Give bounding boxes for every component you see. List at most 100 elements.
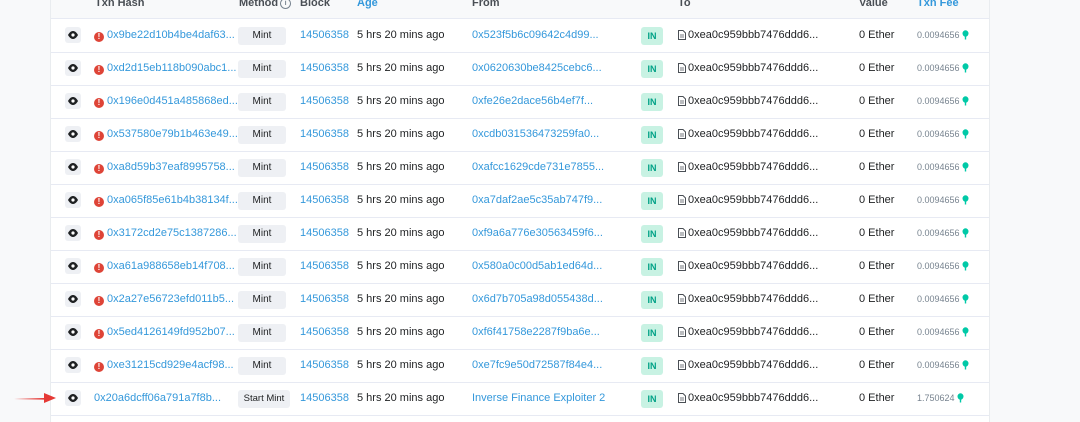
from-address-link[interactable]: 0x523f5b6c09642c4d99...: [472, 19, 599, 52]
txn-hash-link[interactable]: 0x2a27e56723efd011b5...: [107, 293, 234, 305]
to-address-link[interactable]: 0xea0c959bbb7476ddd6...: [688, 326, 818, 338]
from-address-link[interactable]: 0xafcc1629cde731e7855...: [472, 151, 604, 184]
txn-fee-cell: 0.0094656: [917, 118, 969, 151]
txn-hash-link[interactable]: 0x9be22d10b4be4daf63...: [107, 29, 235, 41]
txn-hash-link[interactable]: 0xa8d59b37eaf8995758...: [107, 161, 235, 173]
txn-hash-cell: ! 0x5ed4126149fd952b07...: [94, 316, 235, 349]
to-address-link[interactable]: 0xea0c959bbb7476ddd6...: [688, 227, 818, 239]
txn-fee-cell: 0.0094656: [917, 316, 969, 349]
exclamation-circle-icon: !: [94, 329, 104, 339]
document-icon: [678, 63, 686, 73]
block-link[interactable]: 14506358: [300, 283, 349, 316]
from-address-link[interactable]: 0xe7fc9e50d72587f84e4...: [472, 349, 602, 382]
block-link[interactable]: 14506358: [300, 85, 349, 118]
info-circle-icon[interactable]: i: [280, 0, 292, 9]
from-address-link[interactable]: 0xa7daf2ae5c35ab747f9...: [472, 184, 602, 217]
document-icon: [678, 294, 686, 304]
block-link[interactable]: 14506358: [300, 382, 349, 415]
eye-icon[interactable]: [65, 390, 81, 406]
col-txn-fee[interactable]: Txn Fee: [917, 0, 959, 9]
eye-icon[interactable]: [65, 291, 81, 307]
to-address-link[interactable]: 0xea0c959bbb7476ddd6...: [688, 359, 818, 371]
direction-badge: IN: [641, 324, 663, 342]
txn-hash-cell: ! 0x537580e79b1b463e49...: [94, 118, 238, 151]
gas-pump-icon: [962, 63, 969, 73]
txn-hash-link[interactable]: 0x5ed4126149fd952b07...: [107, 326, 235, 338]
eye-icon[interactable]: [65, 357, 81, 373]
col-to: To: [678, 0, 691, 9]
from-address-link[interactable]: 0x580a0c00d5ab1ed64d...: [472, 250, 602, 283]
from-address-link[interactable]: Inverse Finance Exploiter 2: [472, 382, 605, 415]
age-text: 5 hrs 20 mins ago: [357, 62, 445, 74]
eye-icon[interactable]: [65, 159, 81, 175]
block-link[interactable]: 14506358: [300, 250, 349, 283]
block-link[interactable]: 14506358: [300, 217, 349, 250]
method-badge: Mint: [238, 192, 286, 210]
txn-fee-cell: 1.750624: [917, 382, 964, 415]
table-row: ! 0xa8d59b37eaf8995758... Mint 14506358 5…: [51, 151, 989, 185]
block-link[interactable]: 14506358: [300, 151, 349, 184]
txn-hash-link[interactable]: 0x3172cd2e75c1387286...: [107, 227, 237, 239]
method-badge: Mint: [238, 159, 286, 177]
eye-icon[interactable]: [65, 93, 81, 109]
txn-hash-cell: ! 0x2a27e56723efd011b5...: [94, 283, 234, 316]
eye-icon[interactable]: [65, 60, 81, 76]
value-text: 0 Ether: [859, 227, 895, 239]
eye-icon[interactable]: [65, 324, 81, 340]
eye-icon[interactable]: [65, 27, 81, 43]
txn-hash-link[interactable]: 0x196e0d451a485868ed...: [107, 95, 238, 107]
to-address-link[interactable]: 0xea0c959bbb7476ddd6...: [688, 392, 818, 404]
from-address-link[interactable]: 0xf9a6a776e30563459f6...: [472, 217, 603, 250]
document-icon: [678, 162, 686, 172]
to-address-link[interactable]: 0xea0c959bbb7476ddd6...: [688, 194, 818, 206]
txn-fee-cell: 0.0094656: [917, 217, 969, 250]
eye-icon[interactable]: [65, 192, 81, 208]
direction-badge: IN: [641, 225, 663, 243]
to-address-link[interactable]: 0xea0c959bbb7476ddd6...: [688, 260, 818, 272]
from-address-link[interactable]: 0x0620630be8425cebc6...: [472, 52, 602, 85]
to-address-link[interactable]: 0xea0c959bbb7476ddd6...: [688, 161, 818, 173]
block-link[interactable]: 14506358: [300, 184, 349, 217]
eye-icon[interactable]: [65, 258, 81, 274]
block-link[interactable]: 14506358: [300, 118, 349, 151]
col-age[interactable]: Age: [357, 0, 378, 9]
age-text: 5 hrs 20 mins ago: [357, 128, 445, 140]
to-address-link[interactable]: 0xea0c959bbb7476ddd6...: [688, 293, 818, 305]
col-value: Value: [859, 0, 888, 9]
txn-hash-link[interactable]: 0xd2d15eb118b090abc1...: [107, 62, 236, 74]
block-link[interactable]: 14506358: [300, 316, 349, 349]
eye-icon[interactable]: [65, 126, 81, 142]
to-address-link[interactable]: 0xea0c959bbb7476ddd6...: [688, 62, 818, 74]
age-text: 5 hrs 20 mins ago: [357, 29, 445, 41]
to-address-link[interactable]: 0xea0c959bbb7476ddd6...: [688, 95, 818, 107]
to-address-cell: 0xea0c959bbb7476ddd6...: [678, 184, 818, 217]
document-icon: [678, 129, 686, 139]
from-address-link[interactable]: 0xf6f41758e2287f9ba6e...: [472, 316, 600, 349]
from-address-link[interactable]: 0xcdb031536473259fa0...: [472, 118, 599, 151]
block-link[interactable]: 14506358: [300, 52, 349, 85]
txn-hash-link[interactable]: 0xe31215cd929e4acf98...: [107, 359, 234, 371]
block-link[interactable]: 14506358: [300, 19, 349, 52]
txn-fee-text: 0.0094656: [917, 327, 960, 337]
document-icon: [678, 393, 686, 403]
from-address-link[interactable]: 0x6d7b705a98d055438d...: [472, 283, 603, 316]
to-address-link[interactable]: 0xea0c959bbb7476ddd6...: [688, 29, 818, 41]
txn-hash-link[interactable]: 0xa61a988658eb14f708...: [107, 260, 235, 272]
txn-fee-text: 0.0094656: [917, 195, 960, 205]
txn-hash-link[interactable]: 0x20a6dcff06a791a7f8b...: [94, 392, 221, 404]
txn-fee-cell: 0.0094656: [917, 250, 969, 283]
txn-hash-link[interactable]: 0xa065f85e61b4b38134f...: [107, 194, 238, 206]
method-badge: Mint: [238, 324, 286, 342]
gas-pump-icon: [962, 129, 969, 139]
eye-icon[interactable]: [65, 225, 81, 241]
block-link[interactable]: 14506358: [300, 349, 349, 382]
table-row: ! 0xd2d15eb118b090abc1... Mint 14506358 5…: [51, 52, 989, 86]
table-row: ! 0xa61a988658eb14f708... Mint 14506358 5…: [51, 250, 989, 284]
to-address-cell: 0xea0c959bbb7476ddd6...: [678, 118, 818, 151]
table-row: ! 0x537580e79b1b463e49... Mint 14506358 5…: [51, 118, 989, 152]
from-address-link[interactable]: 0xfe26e2dace56b4ef7f...: [472, 85, 593, 118]
gas-pump-icon: [962, 96, 969, 106]
direction-badge: IN: [641, 258, 663, 276]
txn-hash-link[interactable]: 0x537580e79b1b463e49...: [107, 128, 238, 140]
to-address-link[interactable]: 0xea0c959bbb7476ddd6...: [688, 128, 818, 140]
